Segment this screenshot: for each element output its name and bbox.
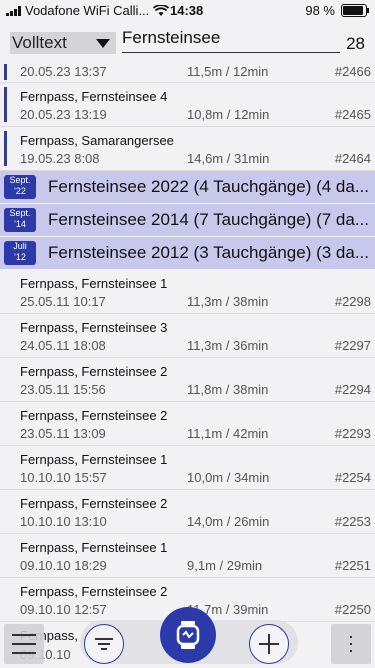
menu-button[interactable] [4,624,44,664]
dive-computer-icon [176,621,200,649]
trip-title: Fernsteinsee 2012 (3 Tauchgänge) (3 da..… [48,243,370,262]
filter-icon [95,638,113,650]
list-item[interactable]: Fernpass, Fernsteinsee 2 23.05.11 13:09 … [0,402,375,446]
list-item[interactable]: Fernpass, Fernsteinsee 3 24.05.11 18:08 … [0,314,375,358]
trip-title: Fernsteinsee 2014 (7 Tauchgänge) (7 da..… [48,210,370,229]
signal-icon [6,5,21,16]
trip-date-badge: Juli '12 [4,241,36,265]
carrier-label: Vodafone WiFi Calli... [25,3,150,18]
plus-icon [259,634,279,654]
list-item[interactable]: Fernpass, Fernsteinsee 2 23.05.11 15:56 … [0,358,375,402]
add-button[interactable] [249,624,289,664]
filter-button[interactable] [84,624,124,664]
battery-percent: 98 % [305,3,335,18]
trip-row[interactable]: Sept. '14 Fernsteinsee 2014 (7 Tauchgänge… [0,204,375,237]
list-item[interactable]: Fernpass, Fernsteinsee 2 10.10.10 13:10 … [0,490,375,534]
list-item[interactable]: 20.05.23 13:37 11,5m / 12min #2466 [0,62,375,83]
battery-icon [341,4,369,17]
selection-marker [4,64,7,80]
selection-marker [4,87,7,122]
status-bar: Vodafone WiFi Calli... 14:38 98 % [0,0,375,22]
search-input[interactable]: Fernsteinsee [122,28,340,53]
list-item[interactable]: Fernpass, Fernsteinsee 1 10.10.10 15:57 … [0,446,375,490]
list-item[interactable]: Fernpass, Samarangersee 19.05.23 8:08 14… [0,127,375,171]
trip-row[interactable]: Juli '12 Fernsteinsee 2012 (3 Tauchgänge)… [0,237,375,270]
search-mode-select[interactable]: Volltext [10,32,116,54]
trip-date-badge: Sept. '14 [4,208,36,232]
trip-row[interactable]: Sept. '22 Fernsteinsee 2022 (4 Tauchgänge… [0,171,375,204]
search-bar: Volltext Fernsteinsee 28 [0,22,375,62]
wifi-icon [153,4,170,16]
list-item[interactable]: Fernpass, Fernsteinsee 4 20.05.23 13:19 … [0,83,375,127]
clock: 14:38 [170,3,204,18]
chevron-down-icon [96,39,110,48]
dive-list[interactable]: 20.05.23 13:37 11,5m / 12min #2466 Fernp… [0,62,375,666]
more-button[interactable] [331,624,371,664]
search-mode-label: Volltext [12,33,67,52]
list-item[interactable]: Fernpass, Fernsteinsee 1 25.05.11 10:17 … [0,270,375,314]
trip-date-badge: Sept. '22 [4,175,36,199]
trip-title: Fernsteinsee 2022 (4 Tauchgänge) (4 da..… [48,177,370,196]
dive-computer-button[interactable] [160,607,216,663]
selection-marker [4,131,7,166]
result-count: 28 [346,34,365,53]
list-item[interactable]: Fernpass, Fernsteinsee 1 09.10.10 18:29 … [0,534,375,578]
